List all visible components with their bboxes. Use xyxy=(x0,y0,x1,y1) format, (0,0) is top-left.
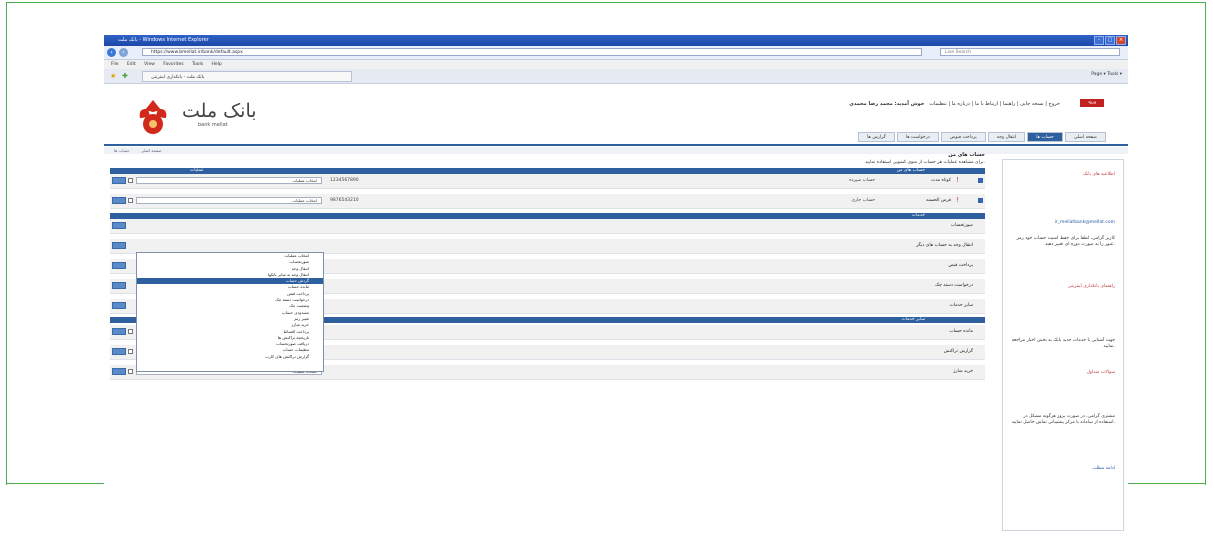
menu-bar: File Edit View Favorites Tools Help xyxy=(104,60,1128,69)
other-services-title: سایر خدمات xyxy=(901,317,925,322)
bank-brand: بانک ملت bank mellat xyxy=(126,96,286,141)
go-button[interactable] xyxy=(112,262,126,269)
go-button[interactable] xyxy=(112,348,126,355)
go-button[interactable] xyxy=(112,282,126,289)
service-label[interactable]: پرداخت قبض xyxy=(948,263,973,268)
tab-transfer[interactable]: انتقال وجه xyxy=(987,132,1026,142)
row-select-checkbox[interactable] xyxy=(128,349,133,354)
menu-edit[interactable]: Edit xyxy=(127,62,136,67)
service-label[interactable]: انتقال وجه به حساب های دیگر xyxy=(916,243,973,248)
account-info-icon[interactable]: ! xyxy=(956,196,961,205)
go-button[interactable] xyxy=(112,328,126,335)
tab-accounts[interactable]: حساب ها xyxy=(1027,132,1063,142)
url-input[interactable]: https://www.bmellat.ir/bank/default.aspx xyxy=(142,48,922,56)
green-frame-rule-right xyxy=(1128,483,1206,484)
tab-bills[interactable]: پرداخت قبوض xyxy=(940,132,986,142)
row-select-checkbox[interactable] xyxy=(128,329,133,334)
sidebar-item-guide[interactable]: راهنمای بانکداری اینترنتی xyxy=(1011,284,1115,290)
account-name: حساب سپرده xyxy=(849,178,875,183)
login-badge[interactable]: ورود xyxy=(1080,99,1104,107)
sidebar-item-news[interactable]: اطلاعیه های بانک xyxy=(1011,172,1115,178)
account-number: 1234567890 xyxy=(330,178,359,183)
page-title: حساب های من xyxy=(948,152,985,158)
maximize-button[interactable]: □ xyxy=(1105,36,1115,45)
page-note: برای مشاهده عملیات هر حساب از منوی کشویی… xyxy=(865,160,985,165)
browser-tab[interactable]: بانک ملت - بانکداری اینترنتی xyxy=(142,71,352,82)
bank-logo-icon xyxy=(139,100,167,134)
add-favorites-icon[interactable]: ✚ xyxy=(122,72,128,80)
operation-dropdown-list: انتخاب عملیات صورتحساب انتقال وجه انتقال وج… xyxy=(136,252,324,372)
account-info-icon[interactable]: ! xyxy=(956,176,961,185)
menu-tools[interactable]: Tools xyxy=(192,62,203,67)
nav-rule xyxy=(104,144,1128,146)
window-controls: – □ × xyxy=(1094,36,1126,45)
browser-window: بانک ملت - Windows Internet Explorer – □… xyxy=(104,35,1128,537)
tab-reports[interactable]: گزارش ها xyxy=(858,132,895,142)
page-tools-menu[interactable]: Page ▾ Tools ▾ xyxy=(1091,72,1122,77)
breadcrumb-accounts[interactable]: حساب ها xyxy=(114,148,130,153)
operation-select[interactable]: انتخاب عملیات xyxy=(136,177,322,184)
sidebar-item-services-note: جهت آشنایی با خدمات جدید بانک به بخش اخب… xyxy=(1011,338,1115,349)
sidebar-item-security-note: کاربر گرامی، لطفا برای حفظ امنیت حساب خو… xyxy=(1016,236,1115,247)
tab-requests[interactable]: درخواست ها xyxy=(896,132,939,142)
account-type: قرض الحسنه xyxy=(926,198,951,203)
sidebar-item-faq[interactable]: سوالات متداول xyxy=(1011,370,1115,376)
account-row: ! قرض الحسنه حساب جاری 9876543210 انتخاب… xyxy=(110,194,985,209)
close-button[interactable]: × xyxy=(1116,36,1126,45)
forward-icon[interactable]: › xyxy=(119,48,128,57)
search-input[interactable]: Live Search xyxy=(940,48,1120,56)
minimize-button[interactable]: – xyxy=(1094,36,1104,45)
address-bar: ‹ › https://www.bmellat.ir/bank/default.… xyxy=(104,46,1128,60)
window-titlebar: بانک ملت - Windows Internet Explorer – □… xyxy=(104,35,1128,46)
go-button[interactable] xyxy=(112,302,126,309)
account-checkbox[interactable] xyxy=(978,198,983,203)
service-label[interactable]: صورتحساب xyxy=(951,223,973,228)
other-label[interactable]: خرید شارژ xyxy=(953,369,973,374)
other-label[interactable]: مانده حساب xyxy=(949,329,973,334)
menu-favorites[interactable]: Favorites xyxy=(163,62,183,67)
green-frame-rule-left xyxy=(6,483,104,484)
sidebar-item-more[interactable]: ادامه مطلب xyxy=(1011,466,1115,472)
account-name: حساب جاری xyxy=(851,198,875,203)
go-button[interactable] xyxy=(112,242,126,249)
account-type: کوتاه مدت xyxy=(931,178,951,183)
sidebar: اطلاعیه های بانک ir_mellatbank@mellat.co… xyxy=(1002,159,1124,531)
account-number: 9876543210 xyxy=(330,198,359,203)
bank-name-latin: bank mellat xyxy=(198,122,228,128)
row-select-checkbox[interactable] xyxy=(128,198,133,203)
go-button[interactable] xyxy=(112,197,126,204)
main-nav: گزارش ها درخواست ها پرداخت قبوض انتقال و… xyxy=(858,132,1106,142)
go-button[interactable] xyxy=(112,177,126,184)
back-icon[interactable]: ‹ xyxy=(107,48,116,57)
menu-view[interactable]: View xyxy=(144,62,155,67)
menu-file[interactable]: File xyxy=(111,62,119,67)
top-links: خروج | نسخه چاپی | راهنما | ارتباط با ما… xyxy=(849,101,1060,107)
tab-home[interactable]: صفحه اصلی xyxy=(1064,132,1106,142)
service-label[interactable]: درخواست دسته چک xyxy=(935,283,973,288)
other-label[interactable]: گزارش تراکنش xyxy=(944,349,973,354)
service-row: صورتحساب xyxy=(110,219,985,234)
top-links-text[interactable]: خروج | نسخه چاپی | راهنما | ارتباط با ما… xyxy=(929,101,1060,107)
welcome-text: خوش آمدید: محمد رضا محمدی xyxy=(849,101,925,107)
row-select-checkbox[interactable] xyxy=(128,178,133,183)
dropdown-option[interactable]: گزارش تراکنش های کارت xyxy=(137,354,323,360)
favorites-star-icon[interactable]: ★ xyxy=(110,72,116,80)
account-row: ! کوتاه مدت حساب سپرده 1234567890 انتخاب… xyxy=(110,174,985,189)
account-checkbox[interactable] xyxy=(978,178,983,183)
go-button[interactable] xyxy=(112,368,126,375)
tab-bar: ★ ✚ بانک ملت - بانکداری اینترنتی Page ▾ … xyxy=(104,69,1128,84)
go-button[interactable] xyxy=(112,222,126,229)
bank-page: بانک ملت bank mellat خروج | نسخه چاپی | … xyxy=(104,84,1128,537)
sidebar-item-email[interactable]: ir_mellatbank@mellat.com xyxy=(1011,220,1115,226)
bank-name: بانک ملت xyxy=(182,100,257,122)
breadcrumb-home[interactable]: صفحه اصلی xyxy=(141,148,162,153)
window-title: بانک ملت - Windows Internet Explorer xyxy=(118,37,209,43)
operation-select[interactable]: انتخاب عملیات xyxy=(136,197,322,204)
row-select-checkbox[interactable] xyxy=(128,369,133,374)
service-label[interactable]: سایر خدمات xyxy=(950,303,973,308)
sidebar-item-support-note: مشتری گرامی، در صورت بروز هرگونه مشکل در… xyxy=(1011,414,1115,425)
menu-help[interactable]: Help xyxy=(212,62,222,67)
